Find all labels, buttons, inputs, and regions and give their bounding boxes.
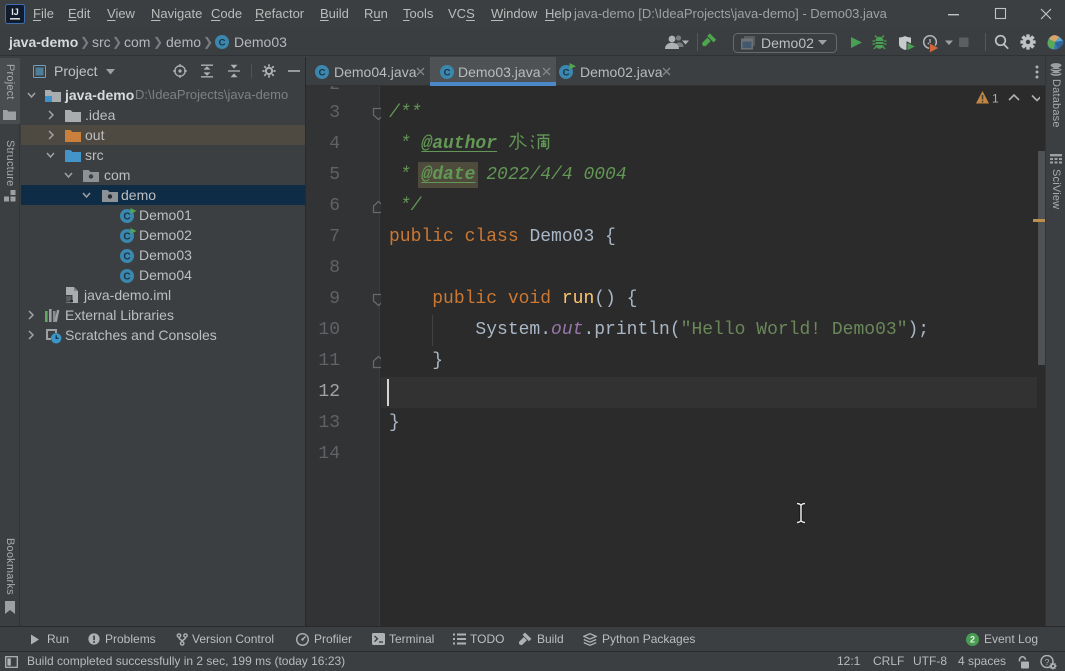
svg-text:C: C — [319, 67, 326, 78]
svg-text:?: ? — [1045, 657, 1050, 667]
svg-text:C: C — [123, 252, 130, 263]
svg-text:Demo02: Demo02 — [761, 35, 814, 51]
svg-text:1: 1 — [992, 92, 999, 106]
svg-text:C: C — [123, 212, 130, 223]
svg-text:C: C — [444, 67, 451, 78]
svg-text:C: C — [123, 232, 130, 243]
svg-text:2: 2 — [970, 635, 975, 645]
svg-text:C: C — [219, 37, 226, 48]
svg-text:C: C — [123, 272, 130, 283]
svg-text:C: C — [563, 67, 570, 78]
svg-text:IJ: IJ — [11, 7, 19, 17]
